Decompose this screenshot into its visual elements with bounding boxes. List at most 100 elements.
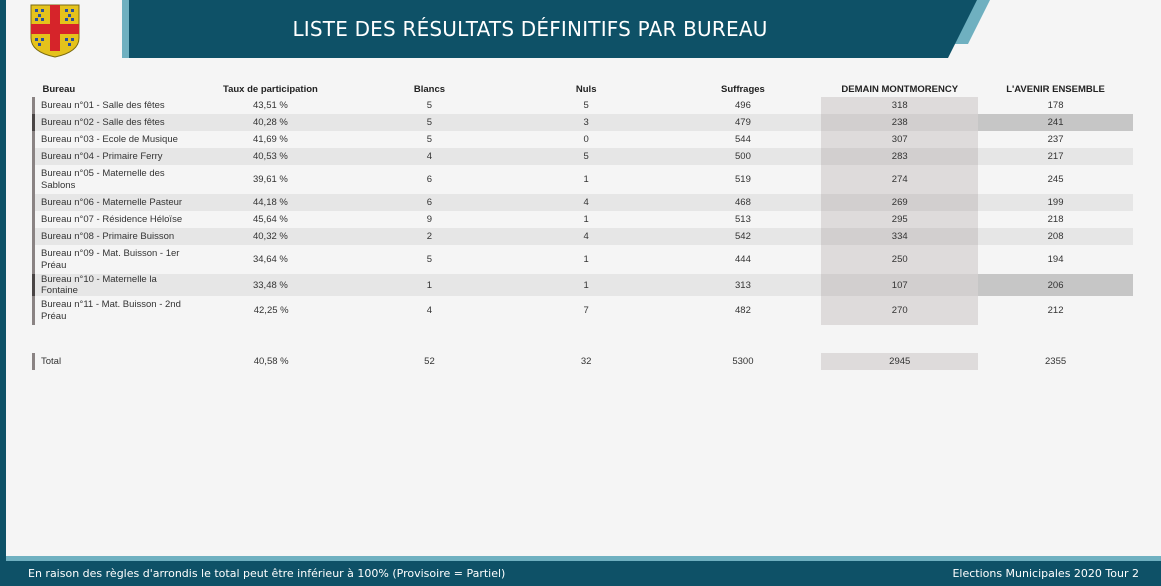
cell-participation: 44,18 % [191, 194, 352, 211]
cell-participation: 40,32 % [191, 228, 352, 245]
cell-suffrages: 468 [664, 194, 822, 211]
cell-nuls: 4 [507, 228, 665, 245]
cell-demain: 238 [821, 114, 979, 131]
cell-bureau: Bureau n°10 - Maternelle la Fontaine [32, 274, 192, 296]
footer-election-label: Elections Municipales 2020 Tour 2 [952, 567, 1139, 580]
results-table: Bureau Taux de participation Blancs Nuls… [32, 81, 1133, 370]
left-edge-bar [0, 0, 6, 586]
cell-total-nuls: 32 [580, 356, 592, 367]
cell-nuls: 5 [583, 100, 589, 111]
cell-suffrages: 479 [664, 114, 822, 131]
table-row[interactable]: Bureau n°01 - Salle des fêtes 43,51 % 5 … [32, 97, 1134, 114]
cell-bureau: Bureau n°05 - Maternelle des Sablons [32, 165, 192, 194]
cell-bureau: Bureau n°11 - Mat. Buisson - 2nd Préau [32, 296, 192, 325]
cell-avenir: 237 [1047, 134, 1064, 145]
cell-participation: 43,51 % [252, 100, 288, 111]
cell-blancs: 6 [351, 194, 508, 211]
cell-suffrages: 519 [735, 173, 751, 185]
cell-bureau: Bureau n°08 - Primaire Buisson [32, 228, 192, 245]
cell-bureau: Bureau n°07 - Résidence Héloïse [32, 211, 192, 228]
cell-bureau: Bureau n°04 - Primaire Ferry [32, 148, 192, 165]
cell-blancs: 6 [426, 173, 433, 185]
table-total-row[interactable]: Total 40,58 % 52 32 5300 2945 2355 [32, 353, 1134, 370]
cell-demain: 307 [821, 131, 979, 148]
cell-nuls: 5 [507, 148, 665, 165]
cell-demain: 270 [821, 296, 979, 325]
cell-nuls: 0 [583, 134, 589, 145]
cell-avenir: 212 [1047, 304, 1064, 316]
column-header-avenir-ensemble: L'AVENIR ENSEMBLE [1006, 83, 1105, 95]
table-spacer [34, 325, 1134, 353]
cell-participation: 39,61 % [252, 173, 288, 185]
cell-nuls: 1 [583, 173, 589, 185]
column-header-demain-montmorency: DEMAIN MONTMORENCY [841, 83, 959, 95]
cell-demain: 274 [821, 165, 979, 194]
cell-blancs: 4 [351, 148, 508, 165]
table-row[interactable]: Bureau n°10 - Maternelle la Fontaine 33,… [32, 274, 1133, 296]
cell-blancs: 2 [351, 228, 508, 245]
cell-avenir: 208 [978, 228, 1133, 245]
cell-suffrages: 313 [664, 274, 822, 296]
cell-participation: 40,28 % [191, 114, 352, 131]
cell-nuls: 1 [583, 214, 589, 225]
cell-blancs: 5 [351, 114, 508, 131]
cell-blancs: 5 [426, 134, 433, 145]
cell-suffrages: 544 [735, 134, 751, 145]
column-header-nuls: Nuls [575, 83, 597, 95]
footer-bar: En raison des règles d'arrondis le total… [6, 561, 1161, 586]
table-header-row: Bureau Taux de participation Blancs Nuls… [34, 81, 1134, 97]
cell-suffrages: 444 [735, 253, 751, 265]
cell-demain: 107 [821, 274, 979, 296]
column-header-suffrages: Suffrages [721, 83, 765, 95]
cell-avenir: 245 [1047, 173, 1064, 185]
cell-total-demain: 2945 [821, 353, 979, 370]
cell-blancs: 5 [426, 100, 433, 111]
cell-bureau: Bureau n°09 - Mat. Buisson - 1er Préau [32, 245, 192, 274]
table-row[interactable]: Bureau n°08 - Primaire Buisson 40,32 % 2… [32, 228, 1133, 245]
cell-suffrages: 513 [735, 214, 751, 225]
cell-blancs: 4 [426, 304, 433, 316]
cell-avenir: 194 [1047, 253, 1064, 265]
cell-total-suffrages: 5300 [732, 356, 754, 367]
cell-avenir: 178 [1047, 100, 1064, 111]
table-row[interactable]: Bureau n°06 - Maternelle Pasteur 44,18 %… [32, 194, 1133, 211]
cell-nuls: 1 [507, 274, 665, 296]
cell-bureau: Bureau n°01 - Salle des fêtes [32, 97, 192, 114]
cell-suffrages: 542 [664, 228, 822, 245]
column-header-blancs: Blancs [413, 83, 446, 95]
table-row[interactable]: Bureau n°11 - Mat. Buisson - 2nd Préau 4… [32, 296, 1134, 325]
cell-demain: 250 [821, 245, 979, 274]
cell-demain: 334 [821, 228, 979, 245]
cell-avenir: 199 [978, 194, 1133, 211]
cell-participation: 33,48 % [191, 274, 352, 296]
cell-bureau: Bureau n°02 - Salle des fêtes [32, 114, 192, 131]
cell-demain: 283 [821, 148, 979, 165]
cell-total-participation: 40,58 % [253, 356, 289, 367]
table-row[interactable]: Bureau n°07 - Résidence Héloïse 45,64 % … [32, 211, 1134, 228]
cell-demain: 295 [821, 211, 979, 228]
cell-suffrages: 482 [735, 304, 751, 316]
cell-participation: 41,69 % [252, 134, 288, 145]
column-header-participation: Taux de participation [223, 83, 318, 95]
cell-blancs: 9 [426, 214, 433, 225]
cell-avenir: 241 [978, 114, 1133, 131]
cell-total-label: Total [32, 353, 192, 370]
cell-avenir: 218 [1047, 214, 1064, 225]
table-row[interactable]: Bureau n°02 - Salle des fêtes 40,28 % 5 … [32, 114, 1133, 131]
cell-avenir: 217 [978, 148, 1133, 165]
table-row[interactable]: Bureau n°09 - Mat. Buisson - 1er Préau 3… [32, 245, 1134, 274]
cell-nuls: 4 [507, 194, 665, 211]
table-row[interactable]: Bureau n°05 - Maternelle des Sablons 39,… [32, 165, 1134, 194]
cell-total-avenir: 2355 [1045, 356, 1067, 367]
cell-nuls: 7 [583, 304, 589, 316]
cell-avenir: 206 [978, 274, 1133, 296]
cell-nuls: 3 [507, 114, 665, 131]
page-title: LISTE DES RÉSULTATS DÉFINITIFS PAR BUREA… [292, 17, 768, 41]
cell-total-blancs: 52 [424, 356, 435, 367]
cell-blancs: 5 [426, 253, 433, 265]
cell-participation: 40,53 % [191, 148, 352, 165]
table-row[interactable]: Bureau n°04 - Primaire Ferry 40,53 % 4 5… [32, 148, 1133, 165]
table-row[interactable]: Bureau n°03 - Ecole de Musique 41,69 % 5… [32, 131, 1134, 148]
cell-demain: 318 [821, 97, 979, 114]
cell-participation: 42,25 % [253, 304, 289, 316]
